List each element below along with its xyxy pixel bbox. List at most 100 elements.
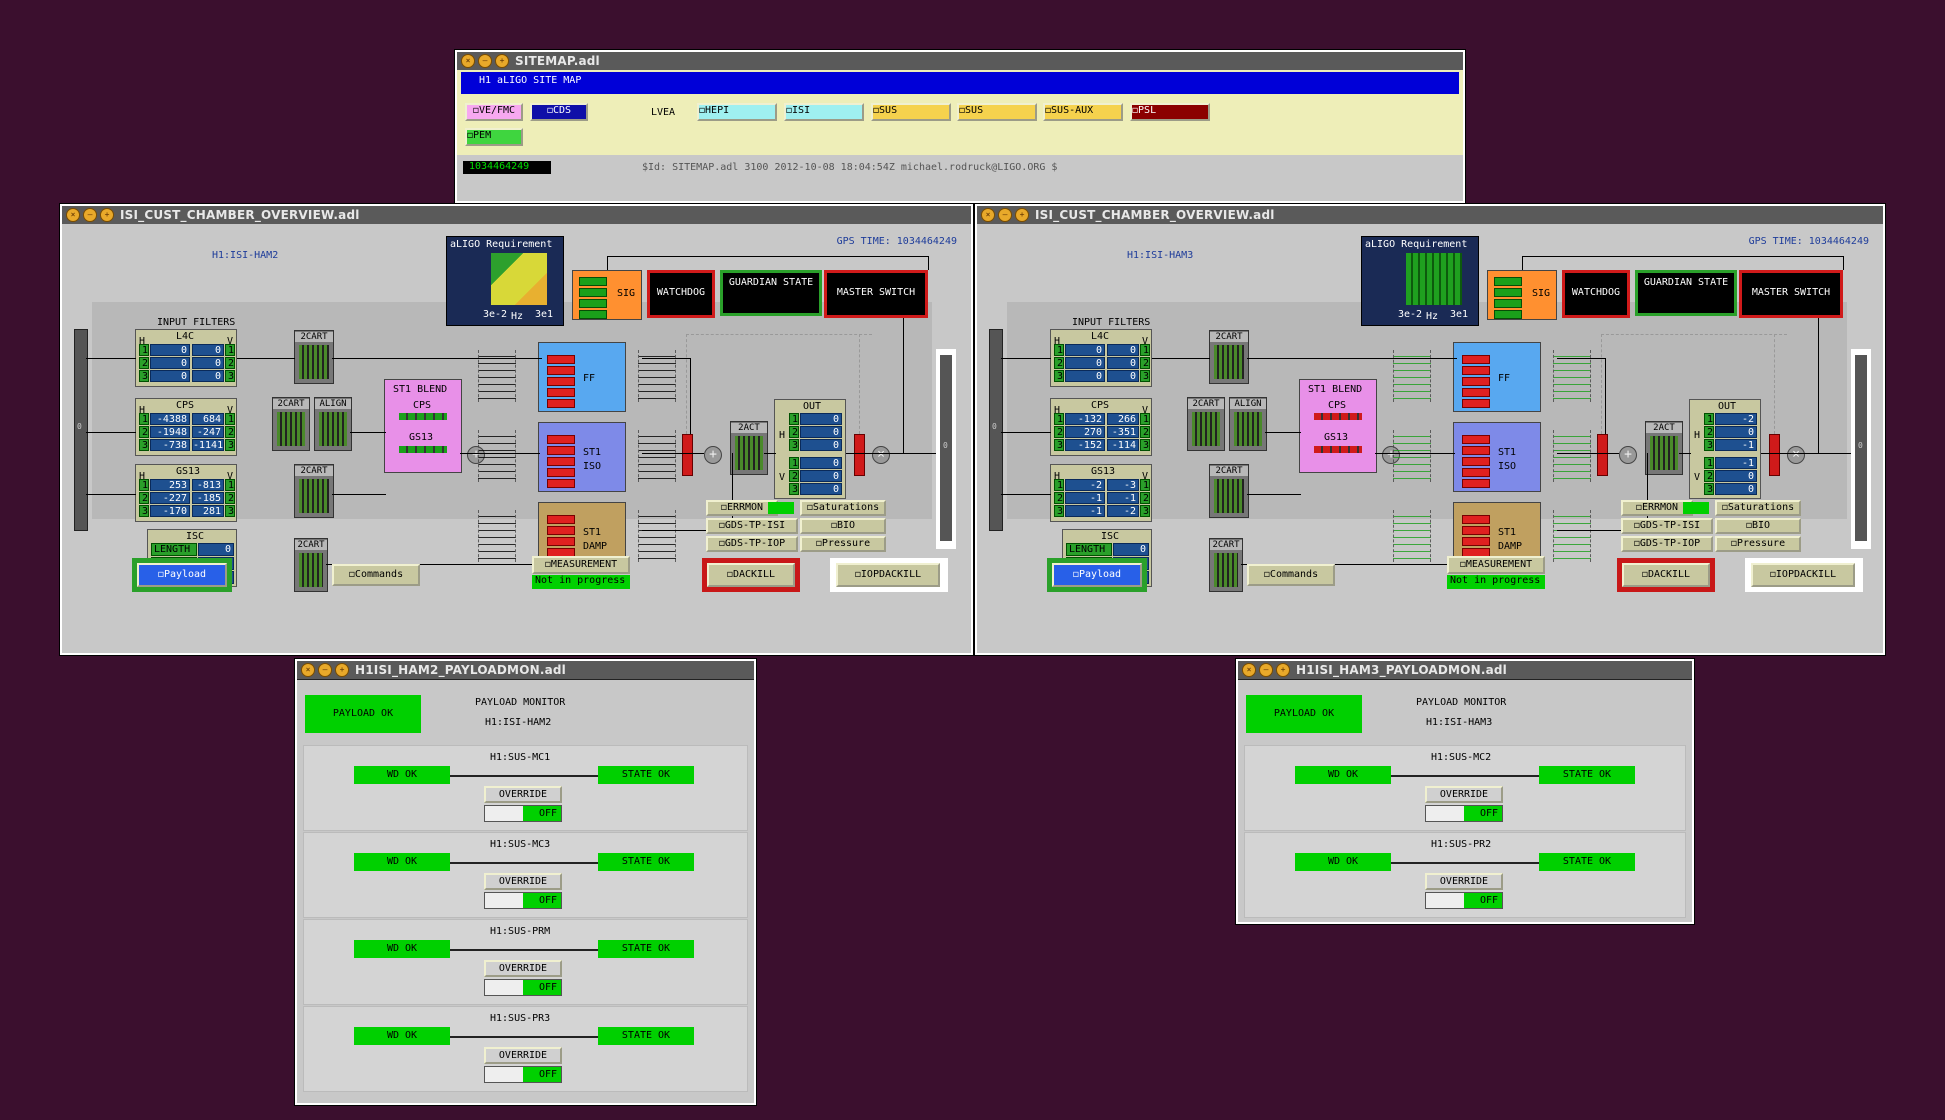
sitemap-titlebar[interactable]: × – + SITEMAP.adl (457, 52, 1463, 71)
pressure-button[interactable]: ◻Pressure (800, 536, 886, 552)
master-switch-button[interactable]: MASTER SWITCH (1739, 270, 1843, 318)
window-maximize-icon[interactable]: + (1015, 208, 1029, 222)
cps-filter-panel[interactable]: CPS HV 1 -4388 684 1 2 -1948 -247 2 3 -7… (135, 398, 237, 456)
commands-button[interactable]: ◻Commands (332, 564, 420, 586)
sig-button[interactable]: SIG (1487, 270, 1557, 320)
window-minimize-icon[interactable]: – (1259, 663, 1273, 677)
override-button[interactable]: OVERRIDE (1425, 873, 1503, 890)
2cart-l4c-icon[interactable]: 2CART (1209, 330, 1249, 384)
2cart-cps-icon[interactable]: 2CART (272, 397, 310, 451)
sus-button-1[interactable]: ◻SUS (871, 103, 951, 121)
window-close-icon[interactable]: × (981, 208, 995, 222)
override-button[interactable]: OVERRIDE (484, 960, 562, 977)
dackill-button[interactable]: ◻DACKILL (1622, 563, 1710, 587)
dackill-button[interactable]: ◻DACKILL (707, 563, 795, 587)
bio-button[interactable]: ◻BIO (1715, 518, 1801, 534)
gs13-filter-panel[interactable]: GS13 HV 1 253 -813 1 2 -227 -185 2 3 -17… (135, 464, 237, 522)
measurement-button[interactable]: ◻MEASUREMENT (532, 556, 630, 574)
window-maximize-icon[interactable]: + (1276, 663, 1290, 677)
window-minimize-icon[interactable]: – (318, 663, 332, 677)
gds-tp-iop-button[interactable]: ◻GDS-TP-IOP (706, 536, 798, 552)
override-toggle[interactable]: OFF (484, 979, 562, 996)
isi-button[interactable]: ◻ISI (784, 103, 864, 121)
pressure-button[interactable]: ◻Pressure (1715, 536, 1801, 552)
l4c-filter-panel[interactable]: L4C HV 1 0 0 1 2 0 0 2 3 0 0 3 (135, 329, 237, 387)
override-toggle[interactable]: OFF (1425, 892, 1503, 909)
sig-button[interactable]: SIG (572, 270, 642, 320)
gds-tp-isi-button[interactable]: ◻GDS-TP-ISI (706, 518, 798, 534)
payload-button[interactable]: ◻Payload (137, 563, 227, 587)
out-filter-panel[interactable]: OUT HV 1 -2 20 3 -1 1 -1 20 30 (1689, 399, 1761, 499)
iopdackill-button[interactable]: ◻IOPDACKILL (836, 563, 940, 587)
guardian-state-button[interactable]: GUARDIAN STATE (720, 270, 822, 316)
cds-button[interactable]: ◻CDS (530, 103, 588, 121)
ff-filter-button[interactable]: FF (1453, 342, 1541, 412)
filter-switch-1[interactable] (682, 434, 693, 476)
psl-button[interactable]: ◻PSL (1130, 103, 1210, 121)
window-close-icon[interactable]: × (1242, 663, 1256, 677)
2cart-l4c-icon[interactable]: 2CART (294, 330, 334, 384)
overview-titlebar[interactable]: × – + ISI_CUST_CHAMBER_OVERVIEW.adl (977, 206, 1883, 225)
override-button[interactable]: OVERRIDE (1425, 786, 1503, 803)
iopdackill-button[interactable]: ◻IOPDACKILL (1751, 563, 1855, 587)
ve-fmc-button[interactable]: ◻VE/FMC (465, 103, 523, 121)
pem-button[interactable]: ◻PEM (465, 128, 523, 146)
align-icon[interactable]: ALIGN (314, 397, 352, 451)
payload-titlebar[interactable]: × – + H1ISI_HAM2_PAYLOADMON.adl (297, 661, 754, 680)
requirement-plot[interactable]: aLIGO Requirement 3e-2 Hz 3e1 (1361, 236, 1479, 326)
2cart-gs13-icon[interactable]: 2CART (1209, 464, 1249, 518)
out-filter-panel[interactable]: OUT HV 10 20 30 10 20 30 (774, 399, 846, 499)
2cart-isc-icon[interactable]: 2CART (294, 538, 328, 592)
master-switch-button[interactable]: MASTER SWITCH (824, 270, 928, 318)
cps-filter-panel[interactable]: CPS HV 1 -132 266 1 2 270 -351 2 3 -152 … (1050, 398, 1152, 456)
window-minimize-icon[interactable]: – (998, 208, 1012, 222)
gds-tp-isi-button[interactable]: ◻GDS-TP-ISI (1621, 518, 1713, 534)
bio-button[interactable]: ◻BIO (800, 518, 886, 534)
commands-button[interactable]: ◻Commands (1247, 564, 1335, 586)
window-maximize-icon[interactable]: + (100, 208, 114, 222)
2cart-cps-icon[interactable]: 2CART (1187, 397, 1225, 451)
window-minimize-icon[interactable]: – (83, 208, 97, 222)
saturations-button[interactable]: ◻Saturations (800, 500, 886, 516)
2cart-isc-icon[interactable]: 2CART (1209, 538, 1243, 592)
hepi-button[interactable]: ◻HEPI (697, 103, 777, 121)
l4c-filter-panel[interactable]: L4C HV 1 0 0 1 2 0 0 2 3 0 0 3 (1050, 329, 1152, 387)
override-button[interactable]: OVERRIDE (484, 786, 562, 803)
2act-icon[interactable]: 2ACT (730, 421, 768, 475)
sus-aux-button[interactable]: ◻SUS-AUX (1043, 103, 1123, 121)
filter-switch-2[interactable] (1769, 434, 1780, 476)
sus-button-2[interactable]: ◻SUS (957, 103, 1037, 121)
payload-titlebar[interactable]: × – + H1ISI_HAM3_PAYLOADMON.adl (1238, 661, 1692, 680)
2act-icon[interactable]: 2ACT (1645, 421, 1683, 475)
overview-titlebar[interactable]: × – + ISI_CUST_CHAMBER_OVERVIEW.adl (62, 206, 971, 225)
override-button[interactable]: OVERRIDE (484, 873, 562, 890)
filter-switch-1[interactable] (1597, 434, 1608, 476)
requirement-plot[interactable]: aLIGO Requirement 3e-2 Hz 3e1 (446, 236, 564, 326)
filter-switch-2[interactable] (854, 434, 865, 476)
st1-blend-panel[interactable]: ST1 BLEND CPS GS13 (1299, 379, 1377, 473)
watchdog-button[interactable]: WATCHDOG (647, 270, 715, 318)
saturations-button[interactable]: ◻Saturations (1715, 500, 1801, 516)
gds-tp-iop-button[interactable]: ◻GDS-TP-IOP (1621, 536, 1713, 552)
window-minimize-icon[interactable]: – (478, 54, 492, 68)
override-toggle[interactable]: OFF (484, 805, 562, 822)
payload-button[interactable]: ◻Payload (1052, 563, 1142, 587)
override-button[interactable]: OVERRIDE (484, 1047, 562, 1064)
st1-iso-filter-button[interactable]: ST1 ISO (538, 422, 626, 492)
override-toggle[interactable]: OFF (1425, 805, 1503, 822)
gs13-filter-panel[interactable]: GS13 HV 1 -2 -3 1 2 -1 -1 2 3 -1 -2 3 (1050, 464, 1152, 522)
watchdog-button[interactable]: WATCHDOG (1562, 270, 1630, 318)
window-close-icon[interactable]: × (66, 208, 80, 222)
window-close-icon[interactable]: × (301, 663, 315, 677)
st1-blend-panel[interactable]: ST1 BLEND CPS GS13 (384, 379, 462, 473)
window-maximize-icon[interactable]: + (495, 54, 509, 68)
ff-filter-button[interactable]: FF (538, 342, 626, 412)
window-maximize-icon[interactable]: + (335, 663, 349, 677)
override-toggle[interactable]: OFF (484, 892, 562, 909)
st1-iso-filter-button[interactable]: ST1 ISO (1453, 422, 1541, 492)
guardian-state-button[interactable]: GUARDIAN STATE (1635, 270, 1737, 316)
window-close-icon[interactable]: × (461, 54, 475, 68)
2cart-gs13-icon[interactable]: 2CART (294, 464, 334, 518)
measurement-button[interactable]: ◻MEASUREMENT (1447, 556, 1545, 574)
override-toggle[interactable]: OFF (484, 1066, 562, 1083)
